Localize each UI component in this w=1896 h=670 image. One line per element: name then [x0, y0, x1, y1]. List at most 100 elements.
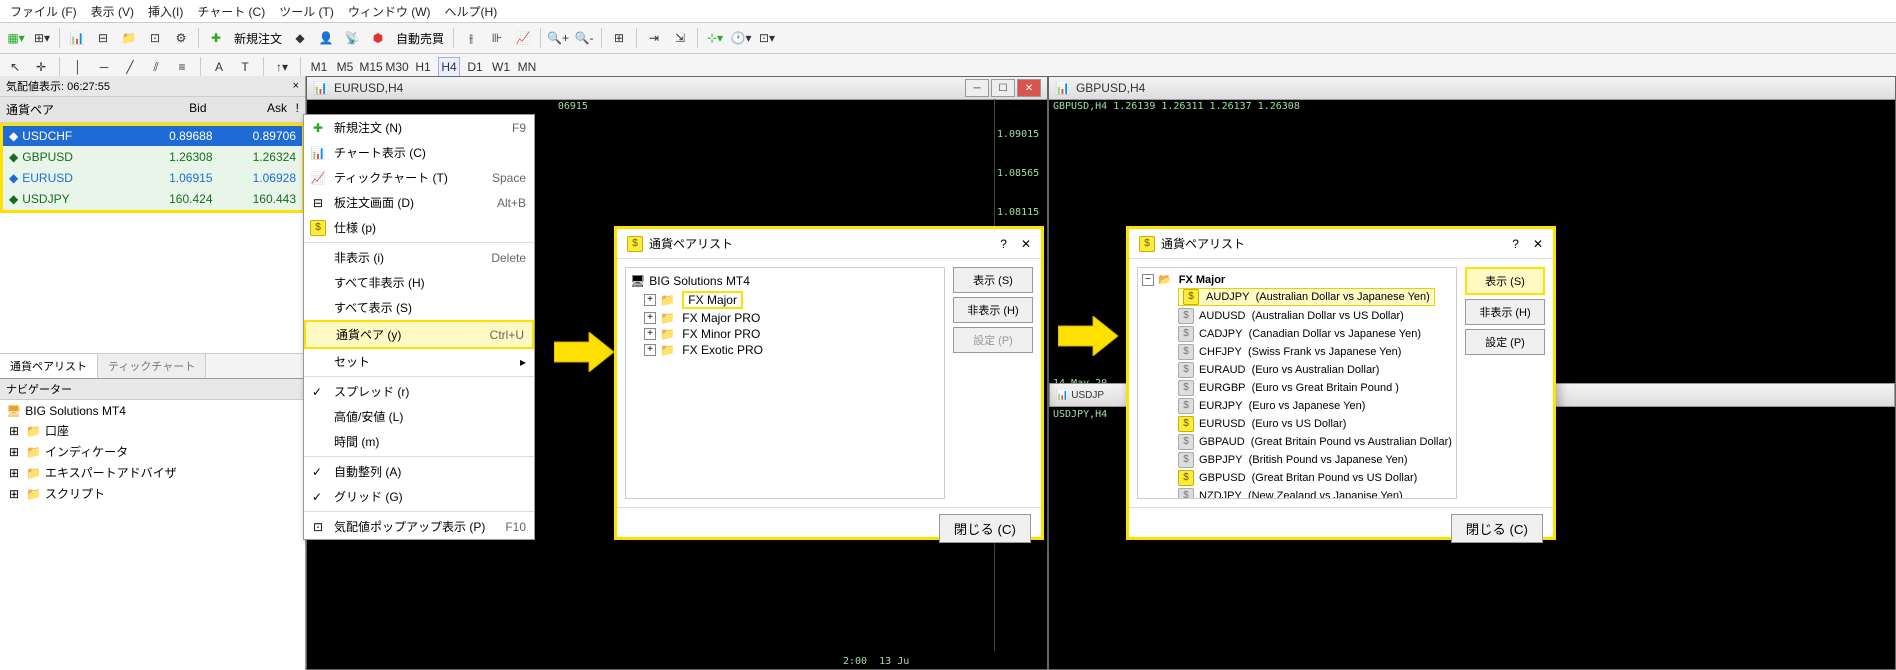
tab-symbol-list[interactable]: 通貨ペアリスト [0, 354, 98, 378]
ctx-hilo[interactable]: 高値/安値 (L) [304, 404, 534, 429]
tree-item[interactable]: +📁 FX Minor PRO [644, 326, 940, 342]
ctx-grid[interactable]: ✓グリッド (G) [304, 484, 534, 509]
symbol-tree[interactable]: −📂 FX Major $ AUDJPY (Australian Dollar … [1137, 267, 1457, 499]
tf-m30[interactable]: M30 [386, 57, 408, 77]
tree-fx-major[interactable]: FX Major [682, 291, 743, 309]
autoscroll-icon[interactable]: ⇲ [668, 26, 692, 50]
help-icon[interactable]: ? [1000, 237, 1007, 251]
vline-icon[interactable]: │ [67, 57, 89, 77]
symbol-item[interactable]: $ GBPAUD (Great Britain Pound vs Austral… [1178, 433, 1452, 451]
close-icon[interactable]: ✕ [1533, 237, 1543, 251]
close-button[interactable]: 閉じる (C) [1451, 514, 1543, 543]
symbol-item[interactable]: $ GBPJPY (British Pound vs Japanese Yen) [1178, 451, 1452, 469]
candle-chart-icon[interactable]: ⊪ [485, 26, 509, 50]
menu-help[interactable]: ヘルプ(H) [445, 3, 498, 20]
navigator-icon[interactable]: 📁 [117, 26, 141, 50]
symbol-item[interactable]: $ AUDJPY (Australian Dollar vs Japanese … [1178, 287, 1452, 307]
show-button[interactable]: 表示 (S) [953, 267, 1033, 293]
menu-tool[interactable]: ツール (T) [279, 3, 334, 20]
symbol-item[interactable]: $ GBPUSD (Great Britan Pound vs US Dolla… [1178, 469, 1452, 487]
tile-icon[interactable]: ⊞ [607, 26, 631, 50]
menu-file[interactable]: ファイル (F) [10, 3, 77, 20]
nav-scripts[interactable]: ⊞📁スクリプト [6, 483, 299, 504]
tree-item[interactable]: +📁 FX Major PRO [644, 310, 940, 326]
symbol-item[interactable]: $ NZDJPY (New Zealand vs Japanise Yen) [1178, 487, 1452, 499]
expand-icon[interactable]: + [644, 328, 656, 340]
expert-icon[interactable]: 👤 [314, 26, 338, 50]
nav-indicators[interactable]: ⊞📁インディケータ [6, 441, 299, 462]
cursor-icon[interactable]: ↖ [4, 57, 26, 77]
fibo-icon[interactable]: ≡ [171, 57, 193, 77]
arrows-icon[interactable]: ↑▾ [271, 57, 293, 77]
ctx-hide[interactable]: 非表示 (i)Delete [304, 245, 534, 270]
symbol-item[interactable]: $ EURAUD (Euro vs Australian Dollar) [1178, 361, 1452, 379]
channel-icon[interactable]: ⫽ [145, 57, 167, 77]
ctx-time[interactable]: 時間 (m) [304, 429, 534, 454]
tf-m1[interactable]: M1 [308, 57, 330, 77]
menu-window[interactable]: ウィンドウ (W) [348, 3, 431, 20]
close-button[interactable]: 閉じる (C) [939, 514, 1031, 543]
tf-m15[interactable]: M15 [360, 57, 382, 77]
maximize-icon[interactable]: ☐ [991, 79, 1015, 97]
mw-col-pair[interactable]: 通貨ペア [6, 101, 126, 118]
terminal-icon[interactable]: ⊡ [143, 26, 167, 50]
ctx-hide-all[interactable]: すべて非表示 (H) [304, 270, 534, 295]
settings-button[interactable]: 設定 (P) [1465, 329, 1545, 355]
expand-icon[interactable]: + [644, 294, 656, 306]
data-window-icon[interactable]: ⊟ [91, 26, 115, 50]
new-order-icon[interactable]: ✚ [204, 26, 228, 50]
close-icon[interactable]: ✕ [1017, 79, 1041, 97]
symbol-item[interactable]: $ EURUSD (Euro vs US Dollar) [1178, 415, 1452, 433]
show-button[interactable]: 表示 (S) [1465, 267, 1545, 295]
tree-item[interactable]: +📁 FX Exotic PRO [644, 342, 940, 358]
hide-button[interactable]: 非表示 (H) [1465, 299, 1545, 325]
profiles-icon[interactable]: ⊞▾ [30, 26, 54, 50]
shift-icon[interactable]: ⇥ [642, 26, 666, 50]
nav-experts[interactable]: ⊞📁エキスパートアドバイザ [6, 462, 299, 483]
crosshair-icon[interactable]: ✛ [30, 57, 52, 77]
tree-root-fx-major[interactable]: −📂 FX Major [1142, 272, 1452, 287]
tf-m5[interactable]: M5 [334, 57, 356, 77]
hline-icon[interactable]: ─ [93, 57, 115, 77]
tf-mn[interactable]: MN [516, 57, 538, 77]
ctx-spread[interactable]: ✓スプレッド (r) [304, 379, 534, 404]
market-watch-row[interactable]: ◆GBPUSD1.263081.26324 [3, 147, 302, 168]
ctx-show-all[interactable]: すべて表示 (S) [304, 295, 534, 320]
symbol-item[interactable]: $ AUDUSD (Australian Dollar vs US Dollar… [1178, 307, 1452, 325]
nav-accounts[interactable]: ⊞📁口座 [6, 420, 299, 441]
ctx-new-order[interactable]: ✚新規注文 (N)F9 [304, 115, 534, 140]
menu-chart[interactable]: チャート (C) [197, 3, 265, 20]
market-watch-row[interactable]: ◆USDCHF0.896880.89706 [3, 126, 302, 147]
tab-tick-chart[interactable]: ティックチャート [98, 354, 206, 378]
strategy-tester-icon[interactable]: ⚙ [169, 26, 193, 50]
metaquotes-icon[interactable]: ◆ [288, 26, 312, 50]
mw-col-ask[interactable]: Ask [209, 101, 288, 118]
ctx-set[interactable]: セット▸ [304, 349, 534, 374]
new-chart-icon[interactable]: ▦▾ [4, 26, 28, 50]
menu-insert[interactable]: 挿入(I) [148, 3, 183, 20]
symbol-tree[interactable]: 🖥BIG Solutions MT4 +📁 FX Major +📁 FX Maj… [625, 267, 945, 499]
market-watch-icon[interactable]: 📊 [65, 26, 89, 50]
ctx-symbols[interactable]: 通貨ペア (y)Ctrl+U [304, 320, 534, 349]
ctx-tick[interactable]: 📈ティックチャート (T)Space [304, 165, 534, 190]
ctx-depth[interactable]: ⊟板注文画面 (D)Alt+B [304, 190, 534, 215]
market-watch-row[interactable]: ◆USDJPY160.424160.443 [3, 189, 302, 210]
expand-icon[interactable]: + [644, 312, 656, 324]
zoom-in-icon[interactable]: 🔍+ [546, 26, 570, 50]
symbol-item[interactable]: $ CHFJPY (Swiss Frank vs Japanese Yen) [1178, 343, 1452, 361]
market-watch-close-icon[interactable]: × [293, 80, 299, 92]
autotrade-label[interactable]: 自動売買 [392, 30, 448, 47]
text-icon[interactable]: A [208, 57, 230, 77]
tf-h1[interactable]: H1 [412, 57, 434, 77]
label-icon[interactable]: T [234, 57, 256, 77]
bar-chart-icon[interactable]: ⫲ [459, 26, 483, 50]
nav-root[interactable]: 🖥BIG Solutions MT4 [6, 402, 299, 420]
autotrade-icon[interactable]: ⬢ [366, 26, 390, 50]
ctx-chart[interactable]: 📊チャート表示 (C) [304, 140, 534, 165]
ctx-popup[interactable]: ⊡気配値ポップアップ表示 (P)F10 [304, 514, 534, 539]
ctx-spec[interactable]: $仕様 (p) [304, 215, 534, 240]
market-watch-row[interactable]: ◆EURUSD1.069151.06928 [3, 168, 302, 189]
tf-w1[interactable]: W1 [490, 57, 512, 77]
templates-icon[interactable]: ⊡▾ [755, 26, 779, 50]
tree-root[interactable]: 🖥BIG Solutions MT4 [630, 272, 940, 290]
